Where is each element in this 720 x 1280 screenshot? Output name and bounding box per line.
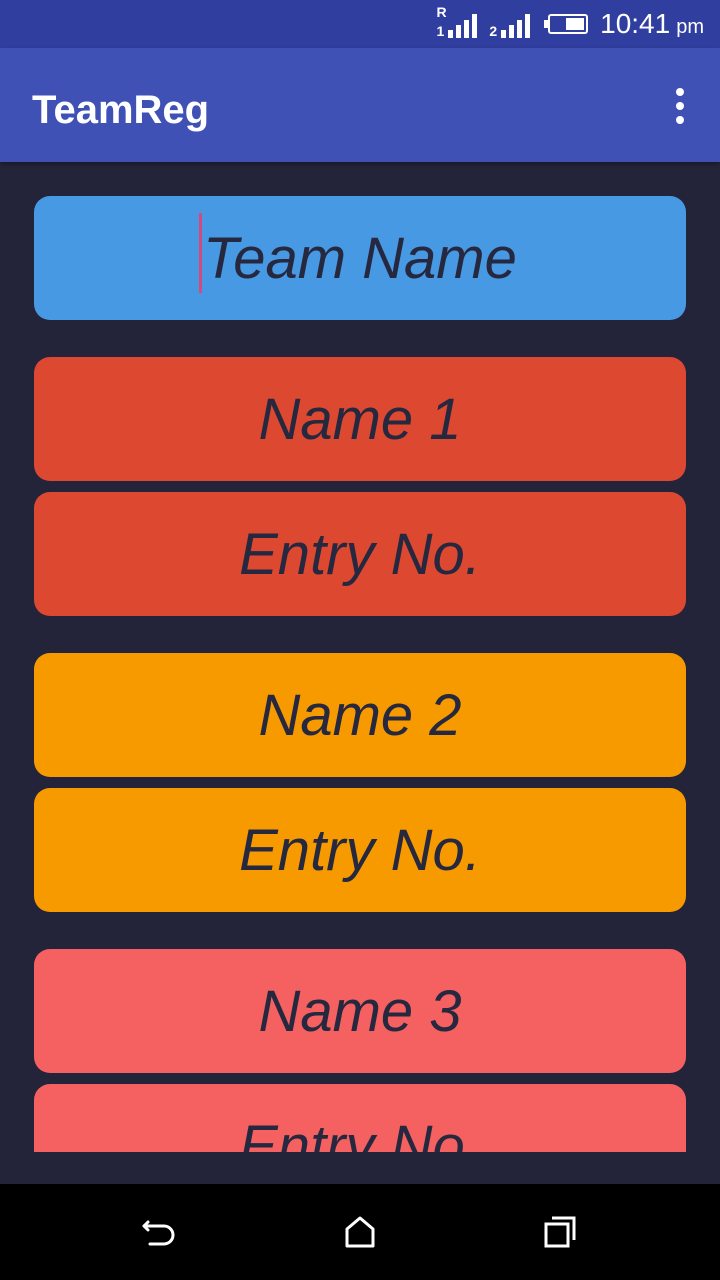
more-vert-icon[interactable]: [672, 88, 688, 124]
clock-time: 10:41: [600, 8, 671, 39]
member2-entry-placeholder: Entry No.: [239, 817, 481, 883]
member3-name-field[interactable]: Name 3: [34, 949, 686, 1073]
member2-name-field[interactable]: Name 2: [34, 653, 686, 777]
sim2-label: 2: [489, 23, 498, 39]
member3-entry-placeholder: Entry No.: [239, 1113, 481, 1153]
app-bar: TeamReg: [0, 48, 720, 162]
member1-entry-placeholder: Entry No.: [239, 521, 481, 587]
roaming-indicator: R: [436, 4, 447, 20]
status-icons: R 1 2 10:41 pm: [437, 0, 704, 48]
navigation-bar: [0, 1184, 720, 1280]
team-name-placeholder: Team Name: [203, 225, 517, 291]
sim1-label: 1: [436, 23, 445, 39]
signal-icon: R 1: [436, 4, 478, 39]
member1-name-placeholder: Name 1: [258, 386, 462, 452]
member3-name-placeholder: Name 3: [258, 978, 462, 1044]
battery-icon: [544, 14, 589, 34]
app-title: TeamReg: [32, 88, 210, 132]
text-cursor: [199, 212, 203, 293]
member1-name-field[interactable]: Name 1: [34, 357, 686, 481]
member2-entry-field[interactable]: Entry No.: [34, 788, 686, 912]
status-clock: 10:41 pm: [600, 8, 704, 40]
signal-icon-sim2: 2: [489, 10, 531, 39]
status-bar: R 1 2 10:41 pm: [0, 0, 720, 48]
home-icon[interactable]: [340, 1212, 380, 1252]
back-icon[interactable]: [140, 1212, 180, 1252]
registration-form: Team Name Name 1 Entry No. Name 2 Entry …: [0, 162, 720, 1152]
clock-ampm: pm: [676, 16, 704, 38]
member2-name-placeholder: Name 2: [258, 682, 462, 748]
member1-entry-field[interactable]: Entry No.: [34, 492, 686, 616]
recents-icon[interactable]: [540, 1212, 580, 1252]
team-name-field[interactable]: Team Name: [34, 196, 686, 320]
member3-entry-field[interactable]: Entry No.: [34, 1084, 686, 1152]
